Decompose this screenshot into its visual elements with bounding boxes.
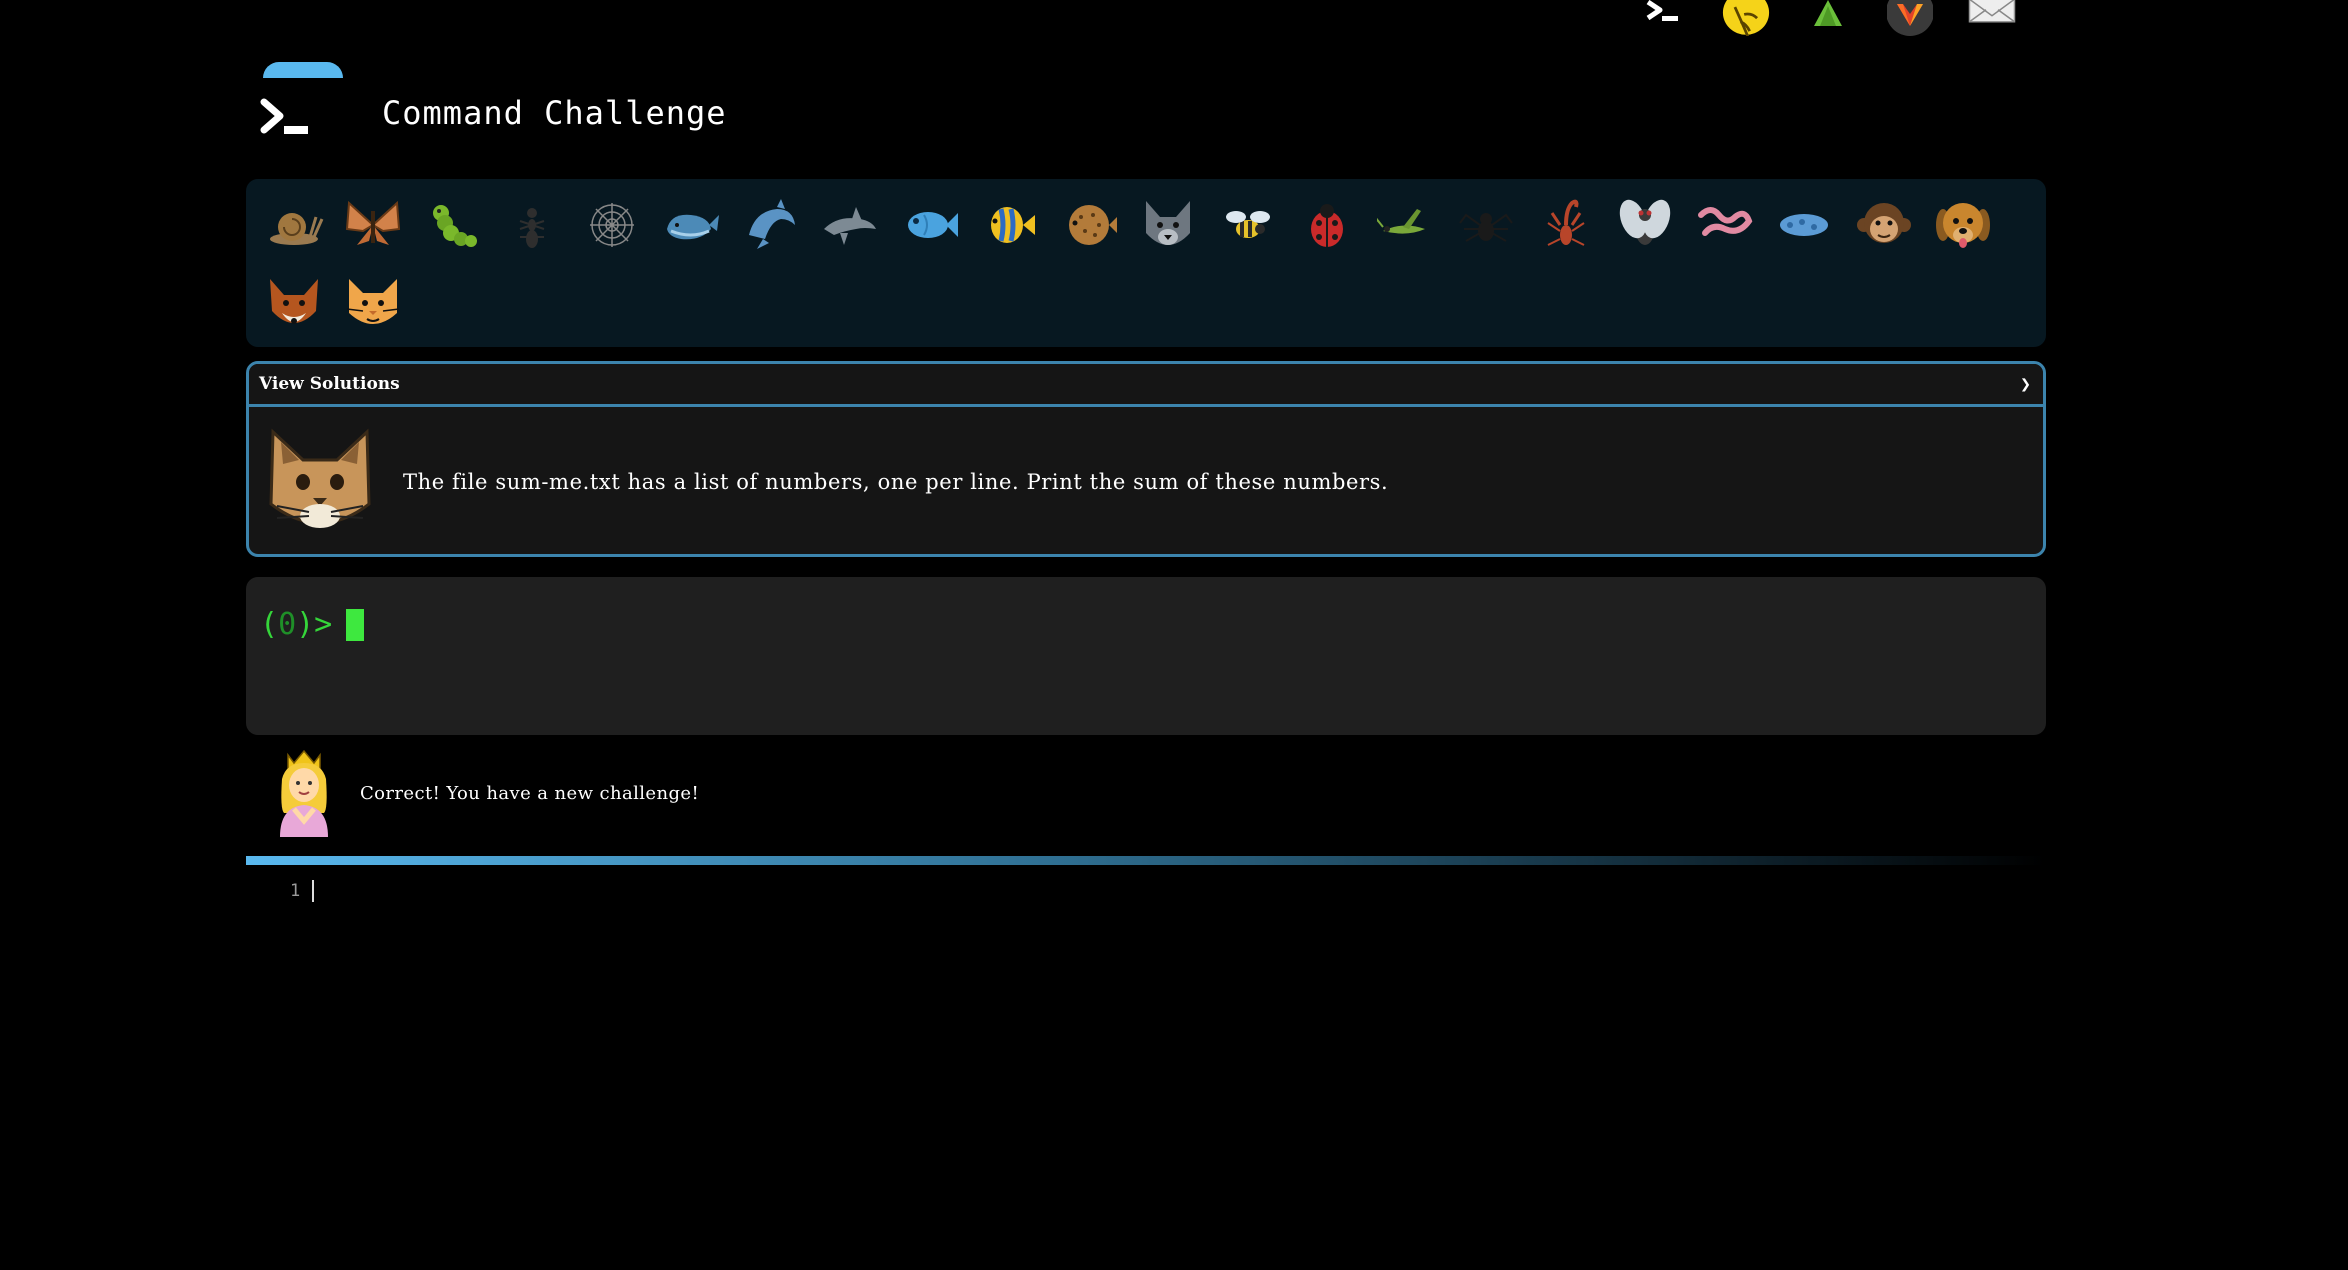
- fox-icon: [269, 279, 318, 324]
- animal-tropical-fish[interactable]: [970, 185, 1050, 265]
- dolphin-blue-icon: [748, 199, 795, 249]
- animal-spider-web[interactable]: [572, 185, 652, 265]
- worm-icon: [1697, 207, 1753, 236]
- caterpillar-icon: [432, 205, 477, 247]
- challenge-animal-bar: [246, 179, 2046, 347]
- blowfish-icon: [1068, 205, 1117, 245]
- gitlab-icon[interactable]: [1886, 0, 1934, 36]
- animal-ladybug[interactable]: [1288, 185, 1368, 265]
- line-number: 1: [290, 881, 301, 901]
- terminal-icon[interactable]: [1640, 0, 1688, 36]
- prompt-close: )>: [296, 607, 333, 642]
- animal-microbe[interactable]: [1765, 185, 1845, 265]
- spider-web-icon: [589, 203, 634, 247]
- animal-snail[interactable]: [254, 185, 334, 265]
- challenge-description: The file sum-me.txt has a list of number…: [403, 470, 1389, 494]
- cat-face-icon: [269, 428, 371, 528]
- chevron-right-icon: ❯: [2020, 373, 2031, 395]
- whale-icon: [667, 214, 720, 240]
- progress-bar: [246, 856, 2046, 865]
- animal-scorpion[interactable]: [1526, 185, 1606, 265]
- animal-whale[interactable]: [652, 185, 732, 265]
- bee-icon: [1225, 211, 1270, 238]
- prompt-open: (: [260, 607, 279, 642]
- animal-cricket[interactable]: [1367, 185, 1447, 265]
- terminal-cursor: [346, 608, 365, 641]
- dolphin-grey-icon: [824, 207, 877, 245]
- monkey-icon: [1856, 203, 1911, 243]
- prompt-count: 0: [278, 607, 297, 642]
- animal-fish[interactable]: [890, 185, 970, 265]
- animal-butterfly[interactable]: [334, 185, 414, 265]
- ant-icon: [519, 208, 545, 248]
- progress-fill: [246, 856, 2046, 865]
- animal-worm[interactable]: [1685, 185, 1765, 265]
- snail-icon: [269, 213, 324, 245]
- terminal-prompt-icon: [260, 98, 308, 134]
- microbe-icon: [1780, 214, 1829, 236]
- animal-fox[interactable]: [254, 265, 334, 345]
- spider-icon: [1459, 213, 1514, 242]
- challenge-panel: View Solutions ❯ The file sum-me.txt has…: [246, 361, 2046, 557]
- animal-blowfish[interactable]: [1049, 185, 1129, 265]
- editor-caret: [312, 880, 315, 902]
- cricket-icon: [1376, 209, 1425, 234]
- animal-bee[interactable]: [1208, 185, 1288, 265]
- fish-icon: [907, 212, 958, 238]
- animal-caterpillar[interactable]: [413, 185, 493, 265]
- page-title: Command Challenge: [382, 94, 727, 132]
- terminal[interactable]: ( 0 )>: [246, 577, 2046, 735]
- scorpion-icon: [1547, 199, 1585, 246]
- code-editor[interactable]: 1: [290, 880, 315, 902]
- animal-ant[interactable]: [493, 185, 573, 265]
- princess-icon: [280, 749, 328, 837]
- fly-icon: [1620, 199, 1671, 245]
- dog-icon: [1936, 203, 1991, 248]
- animal-cat[interactable]: [334, 265, 414, 345]
- view-solutions-label: View Solutions: [259, 374, 400, 394]
- mail-icon[interactable]: [1968, 0, 2016, 36]
- tropical-fish-icon: [991, 207, 1036, 243]
- butterfly-icon: [346, 200, 401, 245]
- challenge-body: The file sum-me.txt has a list of number…: [249, 407, 2043, 554]
- animal-dolphin-blue[interactable]: [731, 185, 811, 265]
- animal-fly[interactable]: [1606, 185, 1686, 265]
- cat-icon: [347, 279, 400, 324]
- prompt-line: ( 0 )>: [260, 607, 2032, 642]
- feedback-message: Correct! You have a new challenge!: [270, 748, 699, 838]
- ladybug-icon: [1311, 204, 1344, 247]
- animal-grid: [254, 185, 2044, 345]
- lightbulb-hand-icon[interactable]: [1722, 0, 1770, 36]
- tree-icon[interactable]: [1804, 0, 1852, 36]
- animal-spider[interactable]: [1447, 185, 1527, 265]
- feedback-text: Correct! You have a new challenge!: [360, 782, 700, 804]
- view-solutions-toggle[interactable]: View Solutions ❯: [249, 364, 2043, 407]
- animal-dolphin-grey[interactable]: [811, 185, 891, 265]
- animal-dog[interactable]: [1924, 185, 2004, 265]
- site-header: Command Challenge: [258, 62, 958, 172]
- top-nav: [1640, 0, 2016, 40]
- logo[interactable]: [258, 62, 348, 152]
- animal-monkey[interactable]: [1844, 185, 1924, 265]
- logo-cap: [263, 62, 343, 78]
- wolf-icon: [1146, 201, 1191, 245]
- animal-wolf[interactable]: [1129, 185, 1209, 265]
